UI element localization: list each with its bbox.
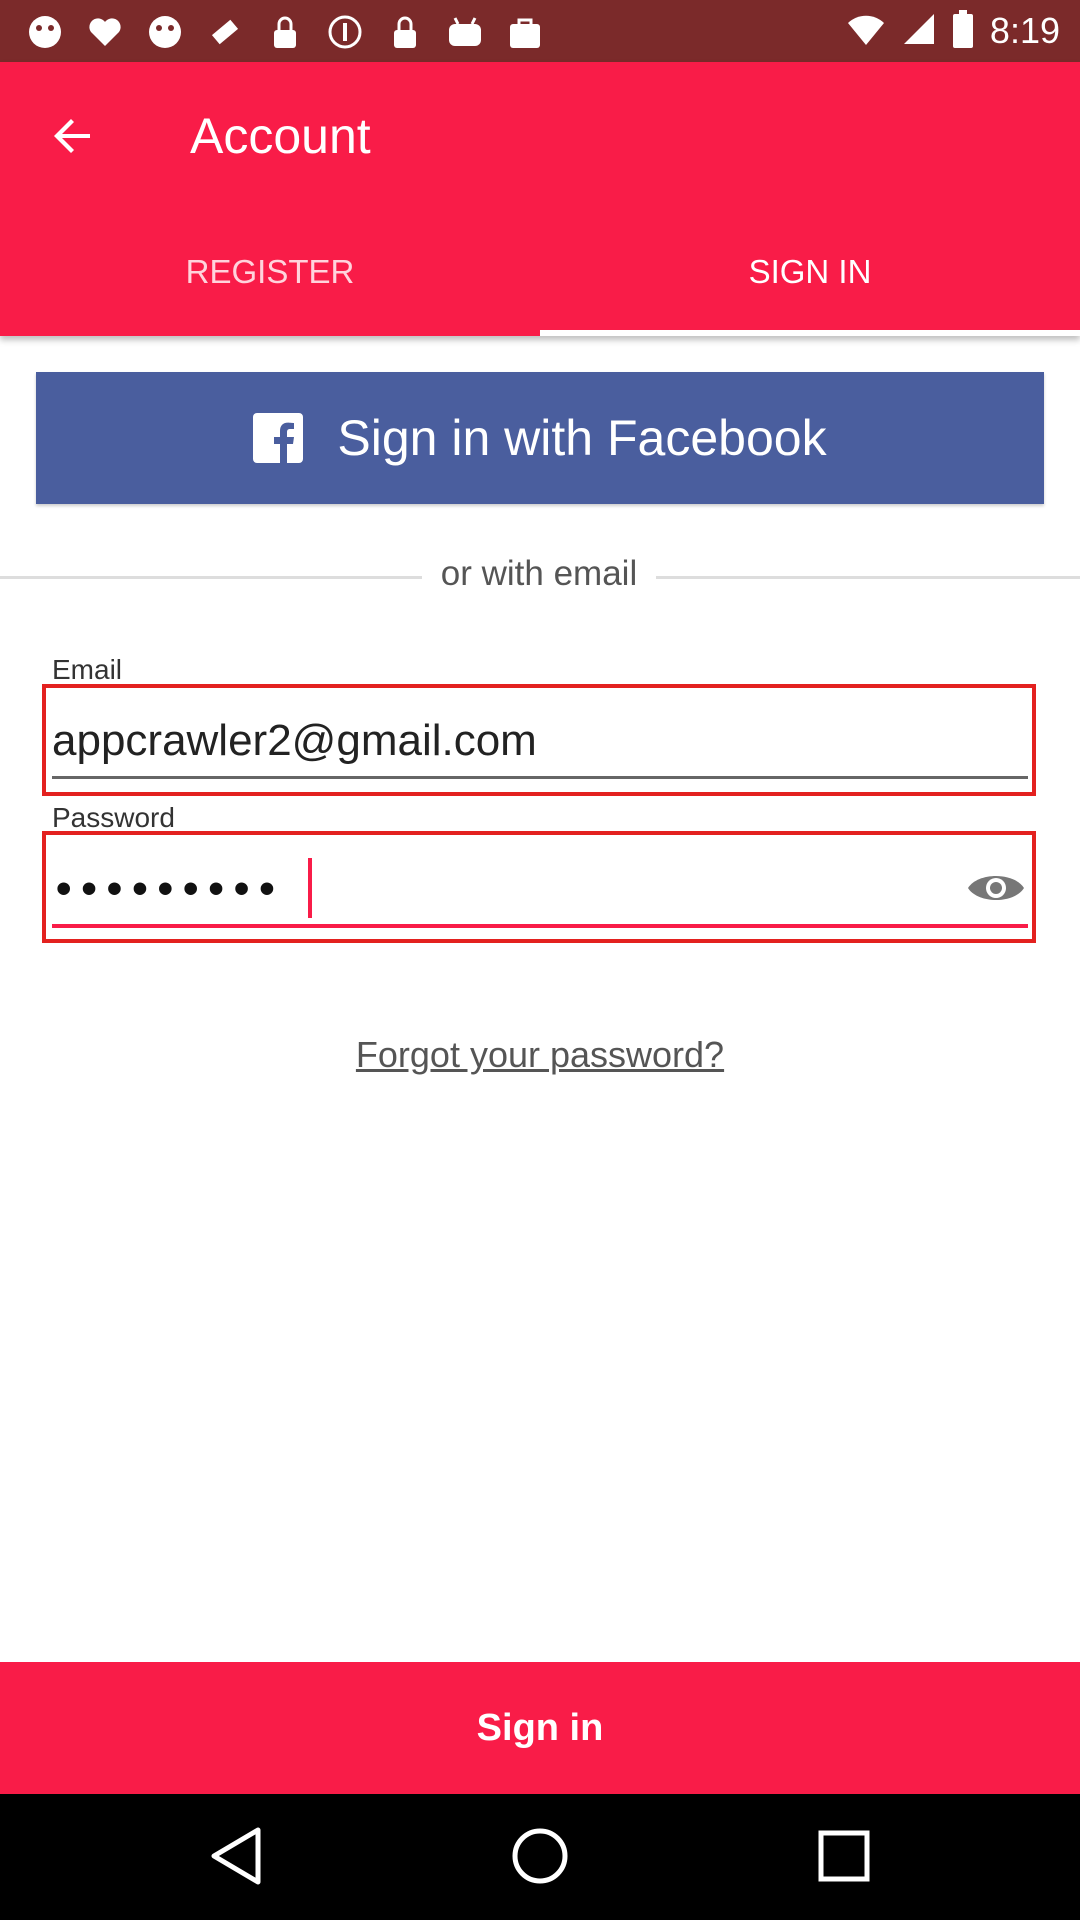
sign-in-button[interactable]: Sign in xyxy=(0,1662,1080,1794)
nav-home-button[interactable] xyxy=(500,1816,580,1896)
text-cursor xyxy=(308,858,312,918)
nav-back-button[interactable] xyxy=(196,1816,276,1896)
divider-left xyxy=(0,576,422,579)
lock-icon xyxy=(262,11,308,53)
facebook-button-label: Sign in with Facebook xyxy=(337,410,827,466)
facebook-sign-in-button[interactable]: Sign in with Facebook xyxy=(36,372,1044,504)
battery-icon xyxy=(952,9,974,53)
shopping-bag-icon xyxy=(502,11,548,53)
notification-icon xyxy=(142,11,188,53)
eye-icon xyxy=(968,876,1024,900)
app-bar: Account REGISTER SIGN IN xyxy=(0,62,1080,336)
arrow-back-icon xyxy=(54,119,90,153)
satellite-fake-gps-icon xyxy=(202,11,248,53)
status-bar: 8:19 xyxy=(0,0,1080,62)
nav-recents-button[interactable] xyxy=(804,1816,884,1896)
toggle-password-visibility[interactable] xyxy=(966,866,1026,910)
status-left-icons xyxy=(22,10,548,54)
tab-sign-in[interactable]: SIGN IN xyxy=(540,252,1080,336)
notification-icon xyxy=(22,11,68,53)
sign-in-button-label: Sign in xyxy=(476,1706,604,1749)
clock: 8:19 xyxy=(989,10,1060,51)
heart-icon xyxy=(82,11,128,53)
status-right-icons: 8:19 xyxy=(846,8,1060,54)
email-field[interactable]: appcrawler2@gmail.com xyxy=(52,716,537,766)
info-icon xyxy=(322,11,368,53)
password-underline xyxy=(52,924,1028,928)
navigation-bar xyxy=(0,1794,1080,1920)
signal-icon xyxy=(902,12,936,51)
facebook-icon xyxy=(253,413,304,463)
forgot-password-link[interactable]: Forgot your password? xyxy=(356,1034,724,1075)
email-label: Email xyxy=(52,654,123,685)
email-underline xyxy=(52,776,1028,779)
tab-indicator xyxy=(540,330,1080,336)
divider-right xyxy=(656,576,1080,579)
android-icon xyxy=(442,11,488,53)
forgot-password-container: Forgot your password? xyxy=(0,1034,1080,1076)
tab-register[interactable]: REGISTER xyxy=(0,252,540,336)
lock-icon xyxy=(382,11,428,53)
wifi-icon xyxy=(846,13,886,50)
password-field[interactable]: ••••••••• xyxy=(56,864,285,914)
tab-register-label: REGISTER xyxy=(185,253,355,290)
back-button[interactable] xyxy=(44,108,100,164)
circle-home-icon xyxy=(512,1828,568,1884)
tab-sign-in-label: SIGN IN xyxy=(748,253,872,290)
page-title: Account xyxy=(190,108,371,164)
triangle-back-icon xyxy=(211,1827,261,1885)
password-label: Password xyxy=(52,802,175,833)
divider-text: or with email xyxy=(440,554,638,593)
square-recents-icon xyxy=(818,1830,870,1882)
